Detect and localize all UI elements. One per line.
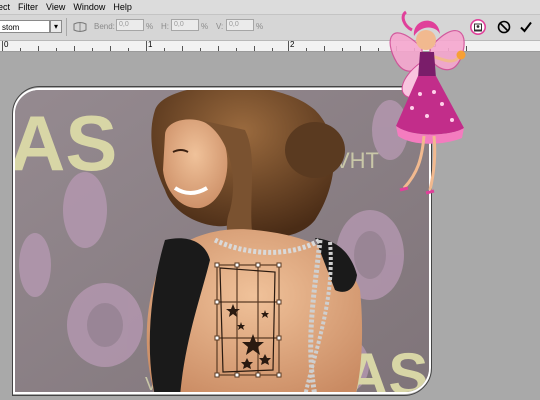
chevron-down-icon[interactable]: ▾ [50,20,62,33]
ruler-tick [146,41,147,51]
bend-percent: % [146,22,154,31]
bend-field[interactable]: 0,0 [116,19,144,31]
ruler-label: 0 [4,40,9,49]
fairy-sticker [389,10,466,195]
ruler-tick [288,41,289,51]
menu-view[interactable]: View [46,2,65,12]
divider [66,18,67,36]
menu-filter[interactable]: Filter [18,2,38,12]
menu-window[interactable]: Window [73,2,105,12]
warp-preset-select[interactable]: stom [0,20,50,33]
backdrop-letters: AS [15,99,117,187]
pin-badge-icon[interactable] [470,19,486,35]
ruler-label: 2 [290,40,295,49]
vertical-field[interactable]: 0,0 [226,19,254,31]
ruler-label: 1 [148,40,153,49]
horizontal-field[interactable]: 0,0 [171,19,199,31]
ruler-tick [2,41,3,51]
vertical-label: V: [216,22,224,31]
horizontal-percent: % [201,22,209,31]
horizontal-label: H: [161,22,169,31]
commit-check-icon[interactable] [519,20,533,34]
menu-select[interactable]: ect [0,2,10,12]
menu-help[interactable]: Help [113,2,132,12]
cancel-icon[interactable] [497,20,511,34]
warp-icon[interactable] [73,21,87,33]
photo-layer[interactable]: AS VHT AS VH [13,88,431,394]
bend-label: Bend: [94,22,115,31]
photo-image: AS VHT AS VH [15,90,429,392]
vertical-percent: % [256,22,264,31]
